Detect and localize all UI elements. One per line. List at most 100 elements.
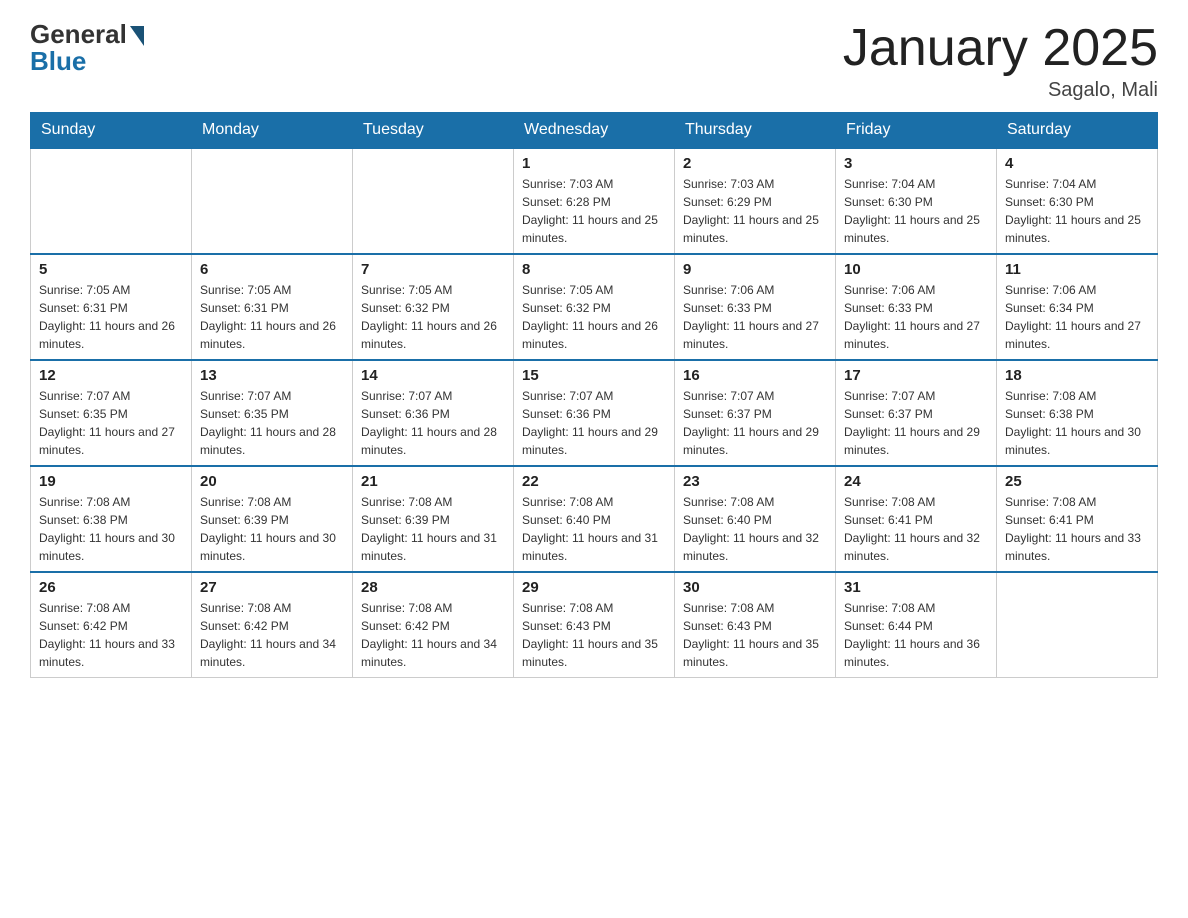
- day-number: 30: [683, 579, 827, 596]
- day-info: Sunrise: 7:06 AMSunset: 6:33 PMDaylight:…: [683, 281, 827, 353]
- day-cell: 26 Sunrise: 7:08 AMSunset: 6:42 PMDayligh…: [31, 572, 192, 678]
- day-number: 22: [522, 473, 666, 490]
- day-number: 17: [844, 367, 988, 384]
- day-cell: 20 Sunrise: 7:08 AMSunset: 6:39 PMDayligh…: [192, 466, 353, 572]
- day-number: 15: [522, 367, 666, 384]
- day-number: 5: [39, 261, 183, 278]
- day-info: Sunrise: 7:07 AMSunset: 6:35 PMDaylight:…: [39, 387, 183, 459]
- day-info: Sunrise: 7:05 AMSunset: 6:32 PMDaylight:…: [522, 281, 666, 353]
- day-number: 6: [200, 261, 344, 278]
- day-info: Sunrise: 7:08 AMSunset: 6:39 PMDaylight:…: [200, 493, 344, 565]
- day-number: 29: [522, 579, 666, 596]
- day-info: Sunrise: 7:08 AMSunset: 6:39 PMDaylight:…: [361, 493, 505, 565]
- day-cell: [31, 148, 192, 254]
- day-cell: 29Sunrise: 7:08 AMSunset: 6:43 PMDayligh…: [514, 572, 675, 678]
- day-info: Sunrise: 7:08 AMSunset: 6:42 PMDaylight:…: [361, 599, 505, 671]
- day-cell: 10 Sunrise: 7:06 AMSunset: 6:33 PMDayligh…: [836, 254, 997, 360]
- column-header-tuesday: Tuesday: [353, 113, 514, 149]
- day-info: Sunrise: 7:07 AMSunset: 6:36 PMDaylight:…: [361, 387, 505, 459]
- day-cell: 3Sunrise: 7:04 AMSunset: 6:30 PMDaylight…: [836, 148, 997, 254]
- day-info: Sunrise: 7:08 AMSunset: 6:43 PMDaylight:…: [683, 599, 827, 671]
- logo-arrow-icon: [130, 26, 144, 46]
- logo: General Blue: [30, 20, 144, 75]
- day-info: Sunrise: 7:08 AMSunset: 6:42 PMDaylight:…: [39, 599, 183, 671]
- day-number: 23: [683, 473, 827, 490]
- day-cell: 11 Sunrise: 7:06 AMSunset: 6:34 PMDayligh…: [997, 254, 1158, 360]
- column-header-monday: Monday: [192, 113, 353, 149]
- day-info: Sunrise: 7:03 AMSunset: 6:28 PMDaylight:…: [522, 175, 666, 247]
- day-number: 8: [522, 261, 666, 278]
- day-cell: 6 Sunrise: 7:05 AMSunset: 6:31 PMDaylight…: [192, 254, 353, 360]
- day-info: Sunrise: 7:08 AMSunset: 6:40 PMDaylight:…: [522, 493, 666, 565]
- day-cell: 19 Sunrise: 7:08 AMSunset: 6:38 PMDayligh…: [31, 466, 192, 572]
- day-number: 18: [1005, 367, 1149, 384]
- day-info: Sunrise: 7:05 AMSunset: 6:31 PMDaylight:…: [39, 281, 183, 353]
- logo-general-text: General: [30, 20, 127, 49]
- day-number: 11: [1005, 261, 1149, 278]
- calendar-table: SundayMondayTuesdayWednesdayThursdayFrid…: [30, 112, 1158, 678]
- day-info: Sunrise: 7:08 AMSunset: 6:41 PMDaylight:…: [844, 493, 988, 565]
- day-number: 14: [361, 367, 505, 384]
- day-info: Sunrise: 7:06 AMSunset: 6:34 PMDaylight:…: [1005, 281, 1149, 353]
- day-info: Sunrise: 7:07 AMSunset: 6:37 PMDaylight:…: [844, 387, 988, 459]
- day-info: Sunrise: 7:08 AMSunset: 6:41 PMDaylight:…: [1005, 493, 1149, 565]
- day-cell: [997, 572, 1158, 678]
- column-header-thursday: Thursday: [675, 113, 836, 149]
- page-header: General Blue January 2025 Sagalo, Mali: [30, 20, 1158, 102]
- day-number: 10: [844, 261, 988, 278]
- day-cell: [353, 148, 514, 254]
- week-row-4: 19 Sunrise: 7:08 AMSunset: 6:38 PMDayligh…: [31, 466, 1158, 572]
- day-info: Sunrise: 7:05 AMSunset: 6:31 PMDaylight:…: [200, 281, 344, 353]
- day-info: Sunrise: 7:08 AMSunset: 6:40 PMDaylight:…: [683, 493, 827, 565]
- location: Sagalo, Mali: [843, 79, 1158, 102]
- day-cell: 8 Sunrise: 7:05 AMSunset: 6:32 PMDaylight…: [514, 254, 675, 360]
- day-cell: 15 Sunrise: 7:07 AMSunset: 6:36 PMDayligh…: [514, 360, 675, 466]
- day-cell: 24 Sunrise: 7:08 AMSunset: 6:41 PMDayligh…: [836, 466, 997, 572]
- day-info: Sunrise: 7:08 AMSunset: 6:38 PMDaylight:…: [39, 493, 183, 565]
- day-info: Sunrise: 7:08 AMSunset: 6:38 PMDaylight:…: [1005, 387, 1149, 459]
- day-number: 21: [361, 473, 505, 490]
- day-number: 28: [361, 579, 505, 596]
- day-info: Sunrise: 7:07 AMSunset: 6:35 PMDaylight:…: [200, 387, 344, 459]
- day-cell: 18 Sunrise: 7:08 AMSunset: 6:38 PMDayligh…: [997, 360, 1158, 466]
- day-info: Sunrise: 7:03 AMSunset: 6:29 PMDaylight:…: [683, 175, 827, 247]
- day-info: Sunrise: 7:06 AMSunset: 6:33 PMDaylight:…: [844, 281, 988, 353]
- day-info: Sunrise: 7:07 AMSunset: 6:36 PMDaylight:…: [522, 387, 666, 459]
- day-number: 12: [39, 367, 183, 384]
- day-cell: 27Sunrise: 7:08 AMSunset: 6:42 PMDayligh…: [192, 572, 353, 678]
- day-info: Sunrise: 7:04 AMSunset: 6:30 PMDaylight:…: [1005, 175, 1149, 247]
- title-area: January 2025 Sagalo, Mali: [843, 20, 1158, 102]
- day-info: Sunrise: 7:07 AMSunset: 6:37 PMDaylight:…: [683, 387, 827, 459]
- column-header-friday: Friday: [836, 113, 997, 149]
- week-row-1: 1 Sunrise: 7:03 AMSunset: 6:28 PMDaylight…: [31, 148, 1158, 254]
- day-cell: 4 Sunrise: 7:04 AMSunset: 6:30 PMDaylight…: [997, 148, 1158, 254]
- day-number: 7: [361, 261, 505, 278]
- month-title: January 2025: [843, 20, 1158, 77]
- day-cell: 9 Sunrise: 7:06 AMSunset: 6:33 PMDaylight…: [675, 254, 836, 360]
- day-number: 9: [683, 261, 827, 278]
- day-cell: 5 Sunrise: 7:05 AMSunset: 6:31 PMDaylight…: [31, 254, 192, 360]
- day-info: Sunrise: 7:08 AMSunset: 6:44 PMDaylight:…: [844, 599, 988, 671]
- day-cell: 12 Sunrise: 7:07 AMSunset: 6:35 PMDayligh…: [31, 360, 192, 466]
- day-cell: 17 Sunrise: 7:07 AMSunset: 6:37 PMDayligh…: [836, 360, 997, 466]
- week-row-3: 12 Sunrise: 7:07 AMSunset: 6:35 PMDayligh…: [31, 360, 1158, 466]
- day-cell: 7 Sunrise: 7:05 AMSunset: 6:32 PMDaylight…: [353, 254, 514, 360]
- day-cell: 25Sunrise: 7:08 AMSunset: 6:41 PMDayligh…: [997, 466, 1158, 572]
- day-cell: 2 Sunrise: 7:03 AMSunset: 6:29 PMDaylight…: [675, 148, 836, 254]
- day-number: 26: [39, 579, 183, 596]
- day-number: 4: [1005, 155, 1149, 172]
- day-number: 19: [39, 473, 183, 490]
- day-number: 13: [200, 367, 344, 384]
- day-number: 27: [200, 579, 344, 596]
- calendar-header-row: SundayMondayTuesdayWednesdayThursdayFrid…: [31, 113, 1158, 149]
- day-number: 31: [844, 579, 988, 596]
- day-cell: 30 Sunrise: 7:08 AMSunset: 6:43 PMDayligh…: [675, 572, 836, 678]
- column-header-saturday: Saturday: [997, 113, 1158, 149]
- day-number: 1: [522, 155, 666, 172]
- day-number: 24: [844, 473, 988, 490]
- day-cell: 13 Sunrise: 7:07 AMSunset: 6:35 PMDayligh…: [192, 360, 353, 466]
- day-number: 2: [683, 155, 827, 172]
- week-row-2: 5 Sunrise: 7:05 AMSunset: 6:31 PMDaylight…: [31, 254, 1158, 360]
- day-number: 20: [200, 473, 344, 490]
- day-info: Sunrise: 7:05 AMSunset: 6:32 PMDaylight:…: [361, 281, 505, 353]
